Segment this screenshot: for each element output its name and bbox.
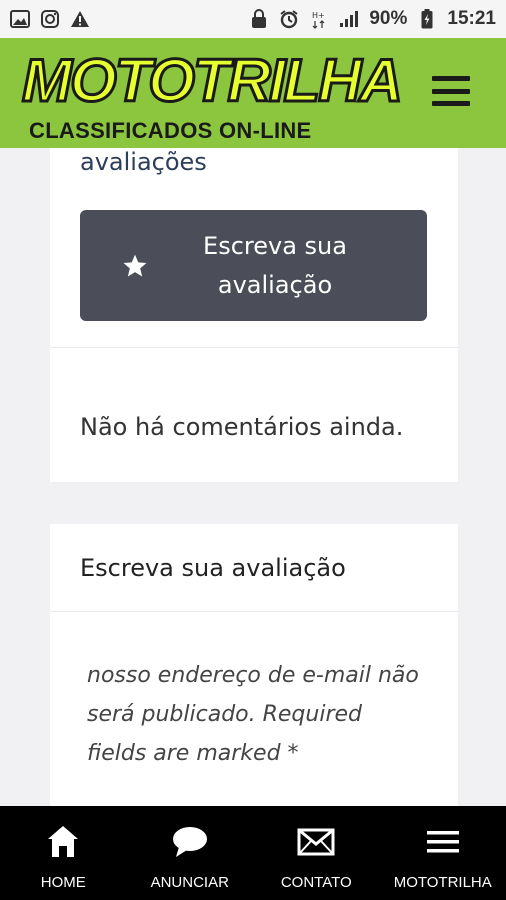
page-content[interactable]: avaliações Escreva sua avaliação Não há … (0, 148, 506, 806)
nav-anunciar-label: ANUNCIAR (150, 874, 229, 891)
chat-bubble-icon (171, 822, 209, 862)
hplus-icon: H+ (309, 9, 329, 29)
clock: 15:21 (447, 8, 496, 29)
battery-icon (417, 9, 437, 29)
nav-mototrilha[interactable]: MOTOTRILHA (380, 806, 506, 900)
no-comments-text: Não há comentários ainda. (80, 413, 404, 441)
nav-home[interactable]: HOME (0, 806, 127, 900)
menu-line (432, 76, 470, 81)
reviews-summary: avaliações Escreva sua avaliação (50, 148, 458, 348)
logo-subtitle: CLASSIFICADOS ON-LINE (29, 118, 312, 143)
email-notice: nosso endereço de e-mail não será public… (87, 663, 419, 766)
status-right: H+ 90% 15:21 (249, 8, 496, 30)
svg-text:H+: H+ (312, 11, 325, 20)
home-icon (46, 822, 80, 862)
image-icon (10, 9, 30, 29)
logo-wordmark: MOTOTRILHA (21, 46, 405, 116)
envelope-icon (297, 822, 335, 862)
warning-icon (70, 9, 90, 29)
write-review-label: Escreva sua avaliação (203, 231, 347, 299)
review-form-header: Escreva sua avaliação (50, 524, 458, 612)
lock-icon (249, 9, 269, 29)
nav-home-label: HOME (40, 874, 86, 891)
alarm-icon (279, 9, 299, 29)
star-icon (80, 253, 190, 279)
write-review-button[interactable]: Escreva sua avaliação (80, 210, 427, 321)
nav-anunciar[interactable]: ANUNCIAR (127, 806, 254, 900)
site-logo[interactable]: MOTOTRILHA CLASSIFICADOS ON-LINE (21, 46, 405, 146)
reviews-card: avaliações Escreva sua avaliação Não há … (50, 148, 458, 482)
instagram-icon (40, 9, 60, 29)
status-left (10, 9, 90, 29)
status-bar: H+ 90% 15:21 (0, 0, 506, 38)
nav-mototrilha-label: MOTOTRILHA (393, 874, 492, 891)
menu-line (432, 88, 470, 94)
nav-contato[interactable]: CONTATO (253, 806, 380, 900)
review-form-card: Escreva sua avaliação nosso endereço de … (50, 524, 458, 806)
menu-line (432, 101, 470, 106)
menu-icon (426, 822, 460, 862)
battery-percent: 90% (369, 8, 408, 29)
bottom-nav: HOME ANUNCIAR CONTATO MOTOTRILHA (0, 806, 506, 900)
reviews-title: avaliações (80, 148, 207, 176)
signal-icon (339, 9, 359, 29)
nav-contato-label: CONTATO (280, 874, 352, 891)
review-form-title: Escreva sua avaliação (80, 554, 346, 582)
hamburger-menu-icon[interactable] (432, 76, 470, 106)
